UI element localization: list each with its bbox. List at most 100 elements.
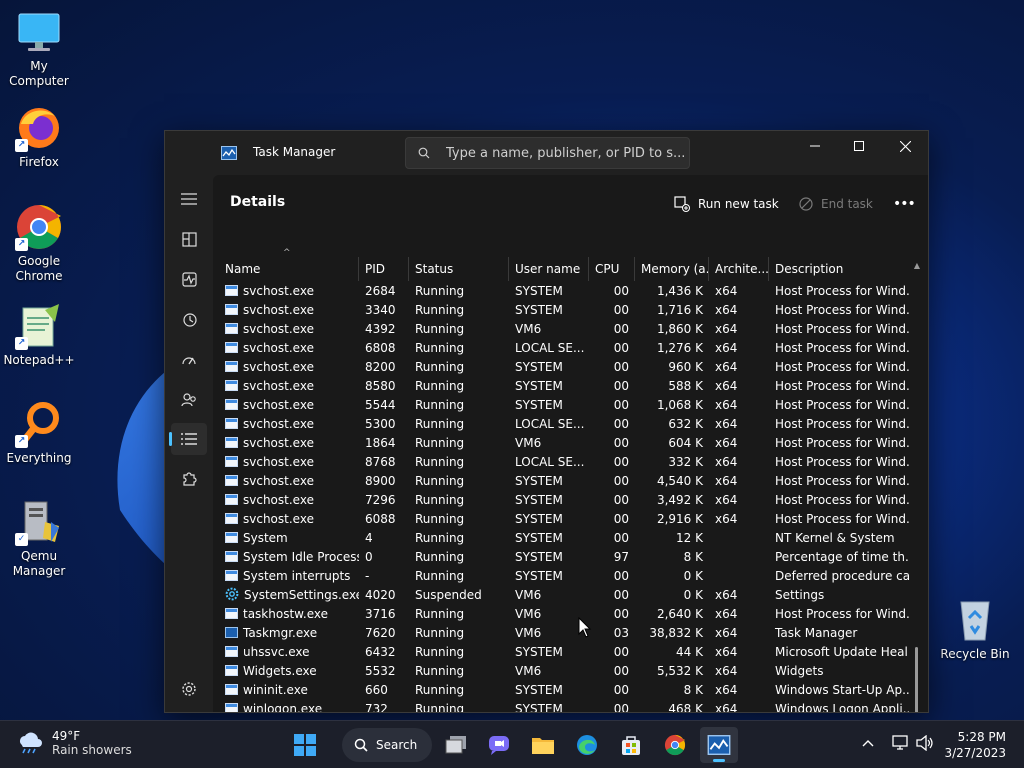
nav-services[interactable] [171, 463, 207, 495]
cell-text: svchost.exe [243, 493, 314, 507]
table-row[interactable]: svchost.exe 5544 Running SYSTEM 00 1,068 K x64… [213, 396, 913, 415]
column-header-memory[interactable]: Memory (a... [635, 257, 709, 281]
edge-button[interactable] [568, 727, 606, 763]
cell-cpu: 97 [589, 548, 635, 567]
desktop-icon-everything[interactable]: ↗ Everything [0, 400, 78, 466]
cell-text: 5300 [365, 417, 396, 431]
table-row[interactable]: svchost.exe 7296 Running SYSTEM 00 3,492 K x64… [213, 491, 913, 510]
table-row[interactable]: System interrupts - Running SYSTEM 00 0 K Defe… [213, 567, 913, 586]
column-header-user-name[interactable]: User name [509, 257, 589, 281]
table-row[interactable]: System Idle Process 0 Running SYSTEM 97 8 K Pe… [213, 548, 913, 567]
cell-text: 00 [613, 341, 629, 355]
cell-name: System [219, 529, 359, 548]
table-row[interactable]: svchost.exe 4392 Running VM6 00 1,860 K x64 Hos… [213, 320, 913, 339]
nav-users[interactable] [171, 383, 207, 415]
nav-processes[interactable] [171, 223, 207, 255]
hamburger-menu-button[interactable] [171, 183, 207, 215]
cell-text: 7296 [365, 493, 396, 507]
cell-memory: 5,532 K [635, 662, 709, 681]
cell-status: Running [409, 624, 509, 643]
firefox-icon: ↗ [15, 104, 63, 152]
column-header-architecture[interactable]: Archite... [709, 257, 769, 281]
table-row[interactable]: wininit.exe 660 Running SYSTEM 00 8 K x64 Windo… [213, 681, 913, 700]
table-row[interactable]: svchost.exe 1864 Running VM6 00 604 K x64 Host … [213, 434, 913, 453]
maximize-button[interactable] [836, 131, 882, 161]
table-row[interactable]: winlogon.exe 732 Running SYSTEM 00 468 K x64 Wi… [213, 700, 913, 712]
scrollbar-thumb[interactable] [915, 647, 918, 712]
desktop-icon-recycle-bin[interactable]: Recycle Bin [936, 596, 1014, 662]
chrome-taskbar-button[interactable] [656, 727, 694, 763]
cell-text: 00 [613, 436, 629, 450]
nav-startup-apps[interactable] [171, 343, 207, 375]
column-header-status[interactable]: Status [409, 257, 509, 281]
cell-text: 1864 [365, 436, 396, 450]
weather-widget[interactable]: 49°F Rain showers [16, 729, 132, 757]
end-task-button[interactable]: End task [799, 189, 873, 219]
search-input[interactable] [446, 145, 686, 161]
desktop-icon-google-chrome[interactable]: ↗ Google Chrome [0, 203, 78, 284]
desktop-icon-notepad-plus-plus[interactable]: ↗ Notepad++ [0, 302, 78, 368]
table-row[interactable]: System 4 Running SYSTEM 00 12 K NT Kernel & Sy… [213, 529, 913, 548]
chat-button[interactable] [480, 727, 518, 763]
table-row[interactable]: uhssvc.exe 6432 Running SYSTEM 00 44 K x64 Micr… [213, 643, 913, 662]
start-button[interactable] [286, 727, 324, 763]
table-row[interactable]: svchost.exe 8768 Running LOCAL SE... 00 332 K… [213, 453, 913, 472]
more-options-button[interactable]: ••• [893, 189, 916, 219]
process-window-icon [225, 532, 238, 543]
search-box[interactable] [405, 137, 690, 169]
table-row[interactable]: Widgets.exe 5532 Running VM6 00 5,532 K x64 Wid… [213, 662, 913, 681]
show-hidden-icons-chevron-icon[interactable] [862, 737, 874, 749]
task-manager-taskbar-button[interactable] [700, 727, 738, 763]
cell-pid: - [359, 567, 409, 586]
column-header-cpu[interactable]: CPU [589, 257, 635, 281]
cell-name: svchost.exe [219, 282, 359, 301]
cell-name: uhssvc.exe [219, 643, 359, 662]
task-view-button[interactable] [437, 727, 475, 763]
column-header-description[interactable]: Description [769, 257, 909, 281]
cell-text: SYSTEM [515, 303, 563, 317]
vertical-scrollbar[interactable]: ▲ ▼ [912, 257, 922, 712]
cell-pid: 4 [359, 529, 409, 548]
taskbar-search-button[interactable]: Search [342, 728, 432, 762]
table-row[interactable]: svchost.exe 6088 Running SYSTEM 00 2,916 K x64… [213, 510, 913, 529]
cell-text: 5,532 K [656, 664, 703, 678]
table-row[interactable]: svchost.exe 8900 Running SYSTEM 00 4,540 K x64… [213, 472, 913, 491]
nav-performance[interactable] [171, 263, 207, 295]
cell-status: Running [409, 396, 509, 415]
cell-user-name: SYSTEM [509, 396, 589, 415]
table-row[interactable]: svchost.exe 6808 Running LOCAL SE... 00 1,276… [213, 339, 913, 358]
table-row[interactable]: svchost.exe 8200 Running SYSTEM 00 960 K x64 Ho… [213, 358, 913, 377]
cell-architecture: x64 [709, 700, 769, 712]
table-row[interactable]: svchost.exe 8580 Running SYSTEM 00 588 K x64 Ho… [213, 377, 913, 396]
desktop-icon-qemu-manager[interactable]: ✓ Qemu Manager [0, 498, 78, 579]
microsoft-store-button[interactable] [612, 727, 650, 763]
table-row[interactable]: SystemSettings.exe 4020 Suspended VM6 00 0 K x… [213, 586, 913, 605]
scroll-up-arrow-icon[interactable]: ▲ [912, 261, 922, 271]
cell-memory: 2,916 K [635, 510, 709, 529]
table-row[interactable]: svchost.exe 3340 Running SYSTEM 00 1,716 K x64… [213, 301, 913, 320]
column-header-name[interactable]: Name [219, 257, 359, 281]
file-explorer-button[interactable] [524, 727, 562, 763]
desktop-icon-firefox[interactable]: ↗ Firefox [0, 104, 78, 170]
table-row[interactable]: Taskmgr.exe 7620 Running VM6 03 38,832 K x64 Ta… [213, 624, 913, 643]
table-row[interactable]: svchost.exe 5300 Running LOCAL SE... 00 632 K… [213, 415, 913, 434]
nav-app-history[interactable] [171, 303, 207, 335]
nav-details[interactable] [169, 423, 207, 455]
table-row[interactable]: taskhostw.exe 3716 Running VM6 00 2,640 K x64 H… [213, 605, 913, 624]
run-new-task-button[interactable]: Run new task [674, 189, 779, 219]
nav-settings[interactable] [171, 673, 207, 705]
minimize-button[interactable] [792, 131, 838, 161]
system-clock[interactable]: 5:28 PM 3/27/2023 [944, 729, 1006, 761]
cell-architecture: x64 [709, 282, 769, 301]
network-icon[interactable] [892, 735, 910, 751]
table-row[interactable]: svchost.exe 2684 Running SYSTEM 00 1,436 K x64… [213, 282, 913, 301]
table-body: svchost.exe 2684 Running SYSTEM 00 1,436 K x64… [213, 282, 913, 712]
desktop-icon-label: Everything [6, 451, 72, 465]
title-bar[interactable]: Task Manager [165, 131, 928, 175]
close-button[interactable] [882, 131, 928, 161]
cell-text: 97 [613, 550, 629, 564]
column-header-pid[interactable]: PID [359, 257, 409, 281]
volume-icon[interactable] [916, 735, 934, 751]
cell-description: Settings [769, 586, 909, 605]
desktop-icon-my-computer[interactable]: My Computer [0, 8, 78, 89]
